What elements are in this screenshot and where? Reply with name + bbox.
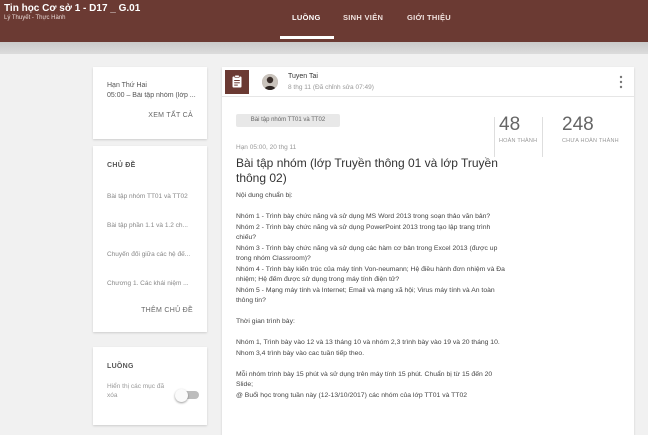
topic-chip[interactable]: Bài tập nhóm TT01 và TT02 [236,114,340,127]
upcoming-card: Hạn Thứ Hai 05:00 – Bài tập nhóm (lớp ..… [93,67,207,139]
description-group-1: Nhóm 1 - Trình bày chức năng và sử dụng … [236,213,491,220]
not-completed-label: CHƯA HOÀN THÀNH [562,138,619,144]
tab-stream[interactable]: LUỒNG [292,13,321,22]
assignment-title: Bài tập nhóm (lớp Truyền thông 01 và lớp… [236,156,498,185]
top-app-bar: Tin học Cơ sở 1 - D17 _ G.01 Lý Thuyết -… [0,0,648,42]
topic-item[interactable]: Bài tập phần 1.1 và 1.2 ch... [107,222,199,229]
topics-heading: CHỦ ĐỀ [107,162,136,169]
class-title[interactable]: Tin học Cơ sở 1 - D17 _ G.01 [4,3,140,14]
show-deleted-toggle[interactable] [175,388,199,402]
completed-label: HOÀN THÀNH [499,138,538,144]
description-intro: Nội dung chuẩn bị: [236,192,293,199]
presentation-rule: Mỗi nhóm trình bày 15 phút và sử dụng tr… [236,370,493,389]
upcoming-item[interactable]: 05:00 – Bài tập nhóm (lớp ... [107,92,207,99]
schedule-heading: Thời gian trình bày: [236,318,295,325]
author-avatar[interactable] [262,74,278,90]
description-group-3: Nhóm 3 - Trình bày chức năng và sử dụng … [236,244,498,263]
more-options-icon[interactable] [614,73,628,91]
stream-settings-card: LUỒNG Hiển thị các mục đã xóa [93,347,207,425]
class-note: @ Buổi học trong tuần này (12-13/10/2017… [236,391,468,399]
active-tab-indicator [280,36,334,39]
post-header: Tuyen Tai 8 thg 11 (Đã chỉnh sửa 07:49) [222,67,634,97]
topic-item[interactable]: Bài tập nhóm TT01 và TT02 [107,193,199,200]
description-group-4: Nhóm 4 - Trình bày kiến trúc của máy tín… [236,265,505,284]
assignment-icon [225,70,249,94]
tab-students[interactable]: SINH VIÊN [343,13,383,22]
class-subtitle: Lý Thuyết - Thực Hành [4,15,66,21]
stats-divider [494,117,495,157]
not-completed-count[interactable]: 248 [562,114,594,136]
topics-card: CHỦ ĐỀ Bài tập nhóm TT01 và TT02 Bài tập… [93,146,207,332]
description-group-5: Nhóm 5 - Mạng máy tính và Internet; Emai… [236,286,495,305]
upcoming-title: Hạn Thứ Hai [107,82,147,89]
toggle-knob [175,388,188,402]
add-topic-button[interactable]: THÊM CHỦ ĐỀ [141,307,193,314]
description-group-2: Nhóm 2 - Trình bày chức năng và sử dụng … [236,223,491,242]
assignment-post-card: Tuyen Tai 8 thg 11 (Đã chỉnh sửa 07:49) … [222,67,634,435]
author-name: Tuyen Tai [288,73,318,80]
assignment-description: Nội dung chuẩn bị: Nhóm 1 - Trình bày ch… [236,191,506,401]
stream-settings-heading: LUỒNG [107,363,134,370]
header-shadow [0,42,648,54]
post-timestamp: 8 thg 11 (Đã chỉnh sửa 07:49) [288,84,374,91]
tab-about[interactable]: GIỚI THIỆU [407,13,451,22]
view-all-button[interactable]: XEM TẤT CẢ [148,112,193,119]
stats-divider [542,117,543,157]
completed-count[interactable]: 48 [499,114,520,136]
show-deleted-label: Hiển thị các mục đã xóa [107,383,165,399]
topic-item[interactable]: Chuyển đổi giữa các hệ đế... [107,251,199,258]
schedule-text: Nhóm 1, Trình bày vào 12 và 13 tháng 10 … [236,339,500,357]
topic-item[interactable]: Chương 1. Các khái niệm ... [107,280,199,287]
due-date: Hạn 05:00, 20 thg 11 [236,144,297,151]
